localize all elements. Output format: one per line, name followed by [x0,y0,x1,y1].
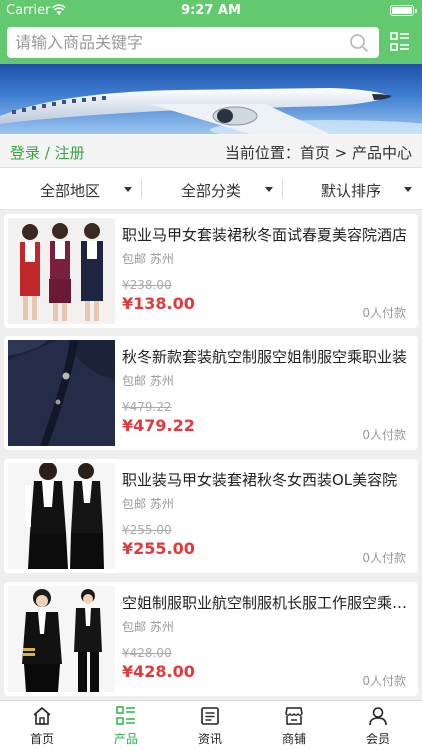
search-bar [0,22,422,64]
product-meta: 包邮 苏州 [122,372,174,389]
product-meta: 包邮 苏州 [122,250,174,267]
product-meta: 包邮 苏州 [122,618,174,635]
tab-member[interactable]: 会员 [336,701,420,750]
tab-shop[interactable]: 商铺 [252,701,336,750]
product-image[interactable] [8,340,115,446]
product-title[interactable]: 职业马甲女套装裙秋冬面试春夏美容院酒店 [122,224,412,245]
product-card[interactable]: 空姐制服职业航空制服机长服工作服空乘服装 包邮 苏州 ¥428.00 ¥428.… [4,582,418,696]
search-box[interactable] [7,27,379,58]
tab-products-label: 产品 [113,732,138,746]
original-price: ¥255.00 [122,523,172,537]
shipping-label: 包邮 [122,620,147,634]
product-image[interactable] [8,218,115,324]
original-price: ¥428.00 [122,646,172,660]
login-register-link[interactable]: 登录 / 注册 [10,142,85,163]
clock: 9:27 AM [181,3,241,18]
news-icon [200,706,220,726]
tab-shop-label: 商铺 [281,732,306,746]
banner-image[interactable] [0,64,422,134]
product-card[interactable]: 秋冬新款套装航空制服空姐制服空乘职业装 包邮 苏州 ¥479.22 ¥479.2… [4,336,418,450]
bottom-tab-bar: 首页 产品 资讯 商铺 会员 [0,700,422,750]
region-filter-label: 全部地区 [40,182,101,200]
sale-price: ¥479.22 [122,416,195,435]
breadcrumb-bar: 登录 / 注册 当前位置：首页 > 产品中心 [0,134,422,168]
original-price: ¥479.22 [122,400,172,414]
city-label: 苏州 [149,374,174,388]
home-icon [32,706,52,726]
city-label: 苏州 [149,620,174,634]
filter-bar: 全部地区 全部分类 默认排序 [0,168,422,210]
tab-news[interactable]: 资讯 [168,701,252,750]
chevron-down-icon [404,187,412,192]
sale-price: ¥138.00 [122,294,195,313]
product-image[interactable] [8,463,115,569]
product-title[interactable]: 秋冬新款套装航空制服空姐制服空乘职业装 [122,346,412,367]
grid-list-icon [116,706,136,726]
sale-price: ¥255.00 [122,539,195,558]
tab-products[interactable]: 产品 [84,701,168,750]
product-meta: 包邮 苏州 [122,495,174,512]
chevron-down-icon [265,187,273,192]
user-icon [368,706,388,726]
tab-news-label: 资讯 [197,732,222,746]
shipping-label: 包邮 [122,252,147,266]
battery-icon [390,5,417,16]
shipping-label: 包邮 [122,374,147,388]
city-label: 苏州 [149,497,174,511]
shop-icon [284,706,304,726]
tab-home[interactable]: 首页 [0,701,84,750]
sort-filter-label: 默认排序 [321,182,382,200]
search-input[interactable] [15,27,335,58]
tab-home-label: 首页 [29,732,54,746]
product-image[interactable] [8,586,115,692]
status-bar: Carrier 9:27 AM [0,0,422,22]
sold-count: 0人付款 [362,551,406,565]
category-menu-icon[interactable] [390,32,410,56]
product-card[interactable]: 职业装马甲女装套裙秋冬女西装OL美容院 包邮 苏州 ¥255.00 ¥255.0… [4,459,418,573]
sold-count: 0人付款 [362,428,406,442]
tab-member-label: 会员 [365,732,390,746]
original-price: ¥238.00 [122,278,172,292]
product-card[interactable]: 职业马甲女套装裙秋冬面试春夏美容院酒店 包邮 苏州 ¥238.00 ¥138.0… [4,214,418,328]
category-filter[interactable]: 全部分类 [141,168,281,210]
product-title[interactable]: 职业装马甲女装套裙秋冬女西装OL美容院 [122,469,412,490]
category-filter-label: 全部分类 [181,182,242,200]
search-icon[interactable] [349,33,369,57]
sold-count: 0人付款 [362,306,406,320]
sold-count: 0人付款 [362,674,406,688]
shipping-label: 包邮 [122,497,147,511]
sort-filter[interactable]: 默认排序 [282,168,422,210]
product-title[interactable]: 空姐制服职业航空制服机长服工作服空乘服装 [122,592,412,613]
chevron-down-icon [124,187,132,192]
region-filter[interactable]: 全部地区 [0,168,140,210]
breadcrumb: 当前位置：首页 > 产品中心 [224,144,412,162]
city-label: 苏州 [149,252,174,266]
sale-price: ¥428.00 [122,662,195,681]
